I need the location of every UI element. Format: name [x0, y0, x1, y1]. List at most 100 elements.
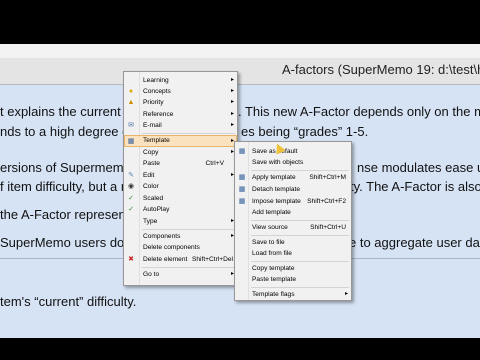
check-icon: ✓	[128, 206, 134, 213]
template-icon: ▦	[127, 138, 135, 145]
menu-item-scaled[interactable]: ✓ Scaled	[125, 193, 236, 204]
menu-item-label: Delete element	[143, 256, 188, 263]
menu-item-label: Save to file	[252, 239, 285, 246]
menu-item-learning[interactable]: Learning ▸	[125, 75, 236, 86]
menu-item-shortcut: Shift+Ctrl+Del	[191, 256, 233, 263]
menu-separator	[251, 220, 349, 221]
menu-item-label: Learning	[143, 77, 169, 84]
menu-item-label: Save with objects	[252, 159, 304, 166]
text-fragment: e to aggregate user data t	[349, 235, 480, 250]
submenu-arrow-icon: ▸	[344, 291, 348, 297]
menu-item-save-to-file[interactable]: Save to file	[236, 237, 350, 248]
menu-item-add-template[interactable]: Add template	[236, 207, 350, 218]
priority-icon: ▲	[127, 99, 135, 106]
submenu-arrow-icon: ▸	[230, 88, 234, 94]
save-icon: ▦	[238, 148, 246, 155]
menu-item-components[interactable]: Components ▸	[125, 231, 236, 242]
menu-item-copy-template[interactable]: Copy template	[236, 263, 350, 274]
menu-item-impose-template[interactable]: ▦ Impose template Shift+Ctrl+F2	[236, 196, 350, 207]
menu-item-shortcut: Ctrl+V	[205, 160, 224, 167]
menu-separator	[251, 235, 349, 236]
detach-icon: ▦	[238, 186, 246, 193]
letterbox-bottom	[0, 338, 480, 360]
menu-item-paste[interactable]: Paste Ctrl+V	[125, 158, 236, 169]
submenu-arrow-icon: ▸	[230, 77, 234, 83]
menu-item-shortcut: Shift+Ctrl+F2	[307, 198, 346, 205]
menu-separator	[142, 133, 235, 134]
letterbox-top	[0, 0, 480, 44]
menu-item-edit[interactable]: ✎ Edit ▸	[125, 170, 236, 181]
text-line: tem's “current” difficulty.	[0, 294, 137, 309]
menu-item-color[interactable]: ◉ Color	[125, 181, 236, 192]
menu-item-label: Detach template	[252, 186, 301, 193]
delete-icon: ✖	[128, 256, 134, 263]
text-fragment: . This new A-Factor depends only on the …	[238, 104, 480, 119]
context-menu: Learning ▸ ● Concepts ▸ ▲ Priority ▸ Ref…	[123, 71, 238, 286]
menu-item-label: Impose template	[252, 198, 301, 205]
menu-item-label: E-mail	[143, 122, 162, 129]
menu-item-label: Type	[143, 218, 158, 225]
menu-item-email[interactable]: ✉ E-mail ▸	[125, 120, 236, 131]
menu-item-type[interactable]: Type ▸	[125, 216, 236, 227]
menu-separator	[142, 267, 235, 268]
menu-item-autoplay[interactable]: ✓ AutoPlay	[125, 204, 236, 215]
check-icon: ✓	[128, 195, 134, 202]
menu-item-save-with-objects[interactable]: Save with objects	[236, 157, 350, 168]
menu-separator	[251, 261, 349, 262]
screen: A-factors (SuperMemo 19: d:\test\history…	[0, 0, 480, 360]
color-icon: ◉	[127, 183, 135, 190]
menu-item-apply-template[interactable]: ▦ Apply template Shift+Ctrl+M	[236, 172, 350, 183]
submenu-arrow-icon: ▸	[230, 122, 234, 128]
text-fragment: es being “grades” 1-5.	[241, 124, 369, 139]
impose-icon: ▦	[238, 198, 246, 205]
apply-icon: ▦	[238, 174, 246, 181]
menu-item-label: Color	[143, 183, 159, 190]
menu-separator	[251, 287, 349, 288]
menu-item-template-flags[interactable]: Template flags ▸	[236, 289, 350, 300]
text-line: ersions of Supermemo).	[0, 160, 139, 175]
template-submenu: ▦ Save as default Save with objects ▦ Ap…	[234, 141, 352, 301]
menu-item-label: Template flags	[252, 291, 295, 298]
text-line: t explains the current est	[0, 104, 142, 119]
menu-item-label: View source	[252, 224, 288, 231]
menu-item-label: Concepts	[143, 88, 171, 95]
menu-item-save-as-default[interactable]: ▦ Save as default	[236, 146, 350, 157]
menu-item-label: Paste template	[252, 276, 296, 283]
email-icon: ✉	[128, 122, 134, 129]
menu-item-reference[interactable]: Reference ▸	[125, 109, 236, 120]
menu-item-view-source[interactable]: View source Shift+Ctrl+U	[236, 222, 350, 233]
menu-item-label: Scaled	[143, 195, 164, 202]
menu-item-copy[interactable]: Copy ▸	[125, 147, 236, 158]
menu-item-label: Delete components	[143, 244, 200, 251]
menu-item-delete-element[interactable]: ✖ Delete element Shift+Ctrl+Del	[125, 254, 236, 265]
window-title: A-factors (SuperMemo 19: d:\test\history	[282, 62, 480, 77]
menu-separator	[142, 229, 235, 230]
menu-item-shortcut: Shift+Ctrl+U	[310, 224, 346, 231]
menu-item-label: Copy	[143, 149, 159, 156]
text-fragment: ty. The A-Factor is also u	[350, 179, 480, 194]
menu-separator	[251, 170, 349, 171]
menu-item-label: Template	[143, 137, 170, 144]
menu-item-shortcut: Shift+Ctrl+M	[309, 174, 346, 181]
submenu-arrow-icon: ▸	[230, 111, 234, 117]
menu-item-goto[interactable]: Go to ▸	[125, 269, 236, 280]
menu-item-paste-template[interactable]: Paste template	[236, 274, 350, 285]
menu-item-label: Reference	[143, 111, 174, 118]
menu-item-label: Edit	[143, 172, 155, 179]
menu-item-priority[interactable]: ▲ Priority ▸	[125, 97, 236, 108]
menu-item-template[interactable]: ▦ Template ▸	[124, 135, 237, 147]
menu-item-load-from-file[interactable]: Load from file	[236, 248, 350, 259]
menu-item-label: Apply template	[252, 174, 296, 181]
menu-item-concepts[interactable]: ● Concepts ▸	[125, 86, 236, 97]
text-fragment: nse modulates ease upwa	[357, 160, 480, 175]
submenu-arrow-icon: ▸	[230, 99, 234, 105]
menu-item-label: Go to	[143, 271, 160, 278]
menu-item-delete-components[interactable]: Delete components	[125, 242, 236, 253]
text-line: SuperMemo users don't	[0, 235, 138, 250]
menu-item-detach-template[interactable]: ▦ Detach template	[236, 184, 350, 195]
text-line: f item difficulty, but a m	[0, 179, 132, 194]
menu-item-label: AutoPlay	[143, 206, 170, 213]
menu-item-label: Load from file	[252, 250, 292, 257]
menu-item-label: Components	[143, 233, 181, 240]
menu-item-label: Copy template	[252, 265, 295, 272]
